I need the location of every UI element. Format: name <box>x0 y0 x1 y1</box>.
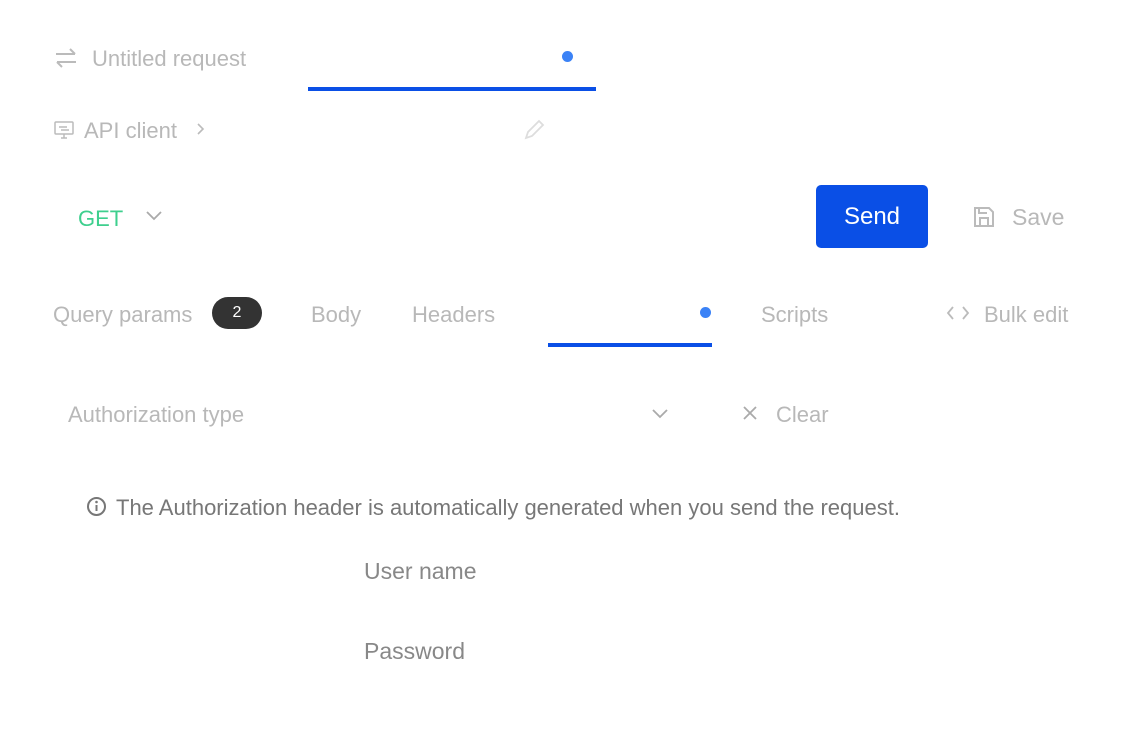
chevron-right-icon <box>196 122 206 136</box>
monitor-icon <box>54 121 74 139</box>
tab-scripts[interactable]: Scripts <box>761 302 828 328</box>
save-icon[interactable] <box>972 205 996 229</box>
username-field[interactable]: User name <box>364 558 476 585</box>
authorization-type-select[interactable]: Authorization type <box>68 394 673 434</box>
active-request-tab-indicator <box>308 87 596 91</box>
tab-body[interactable]: Body <box>311 302 361 328</box>
unsaved-dot <box>562 51 573 62</box>
info-icon <box>86 496 107 517</box>
pencil-icon[interactable] <box>522 118 546 142</box>
tab-headers[interactable]: Headers <box>412 302 495 328</box>
tab-query-params[interactable]: Query params <box>53 302 192 328</box>
auth-info-text: The Authorization header is automaticall… <box>116 495 900 520</box>
authorization-type-placeholder: Authorization type <box>68 402 245 427</box>
tab-modified-dot <box>700 307 711 318</box>
active-tab-indicator <box>548 343 712 347</box>
clear-button[interactable]: Clear <box>776 402 829 428</box>
send-button[interactable]: Send <box>816 185 928 248</box>
swap-icon <box>54 47 78 69</box>
tab-auth-active[interactable] <box>548 300 712 346</box>
breadcrumb[interactable]: API client <box>84 118 177 144</box>
close-icon[interactable] <box>742 405 758 421</box>
save-button[interactable]: Save <box>1012 204 1064 231</box>
chevron-down-icon[interactable] <box>145 210 163 222</box>
request-title[interactable]: Untitled request <box>92 46 246 72</box>
password-field[interactable]: Password <box>364 638 465 665</box>
method-select[interactable]: GET <box>78 206 123 232</box>
code-icon <box>946 305 970 321</box>
query-params-count-badge: 2 <box>212 297 262 329</box>
bulk-edit-button[interactable]: Bulk edit <box>984 302 1068 328</box>
chevron-down-icon <box>651 408 669 420</box>
